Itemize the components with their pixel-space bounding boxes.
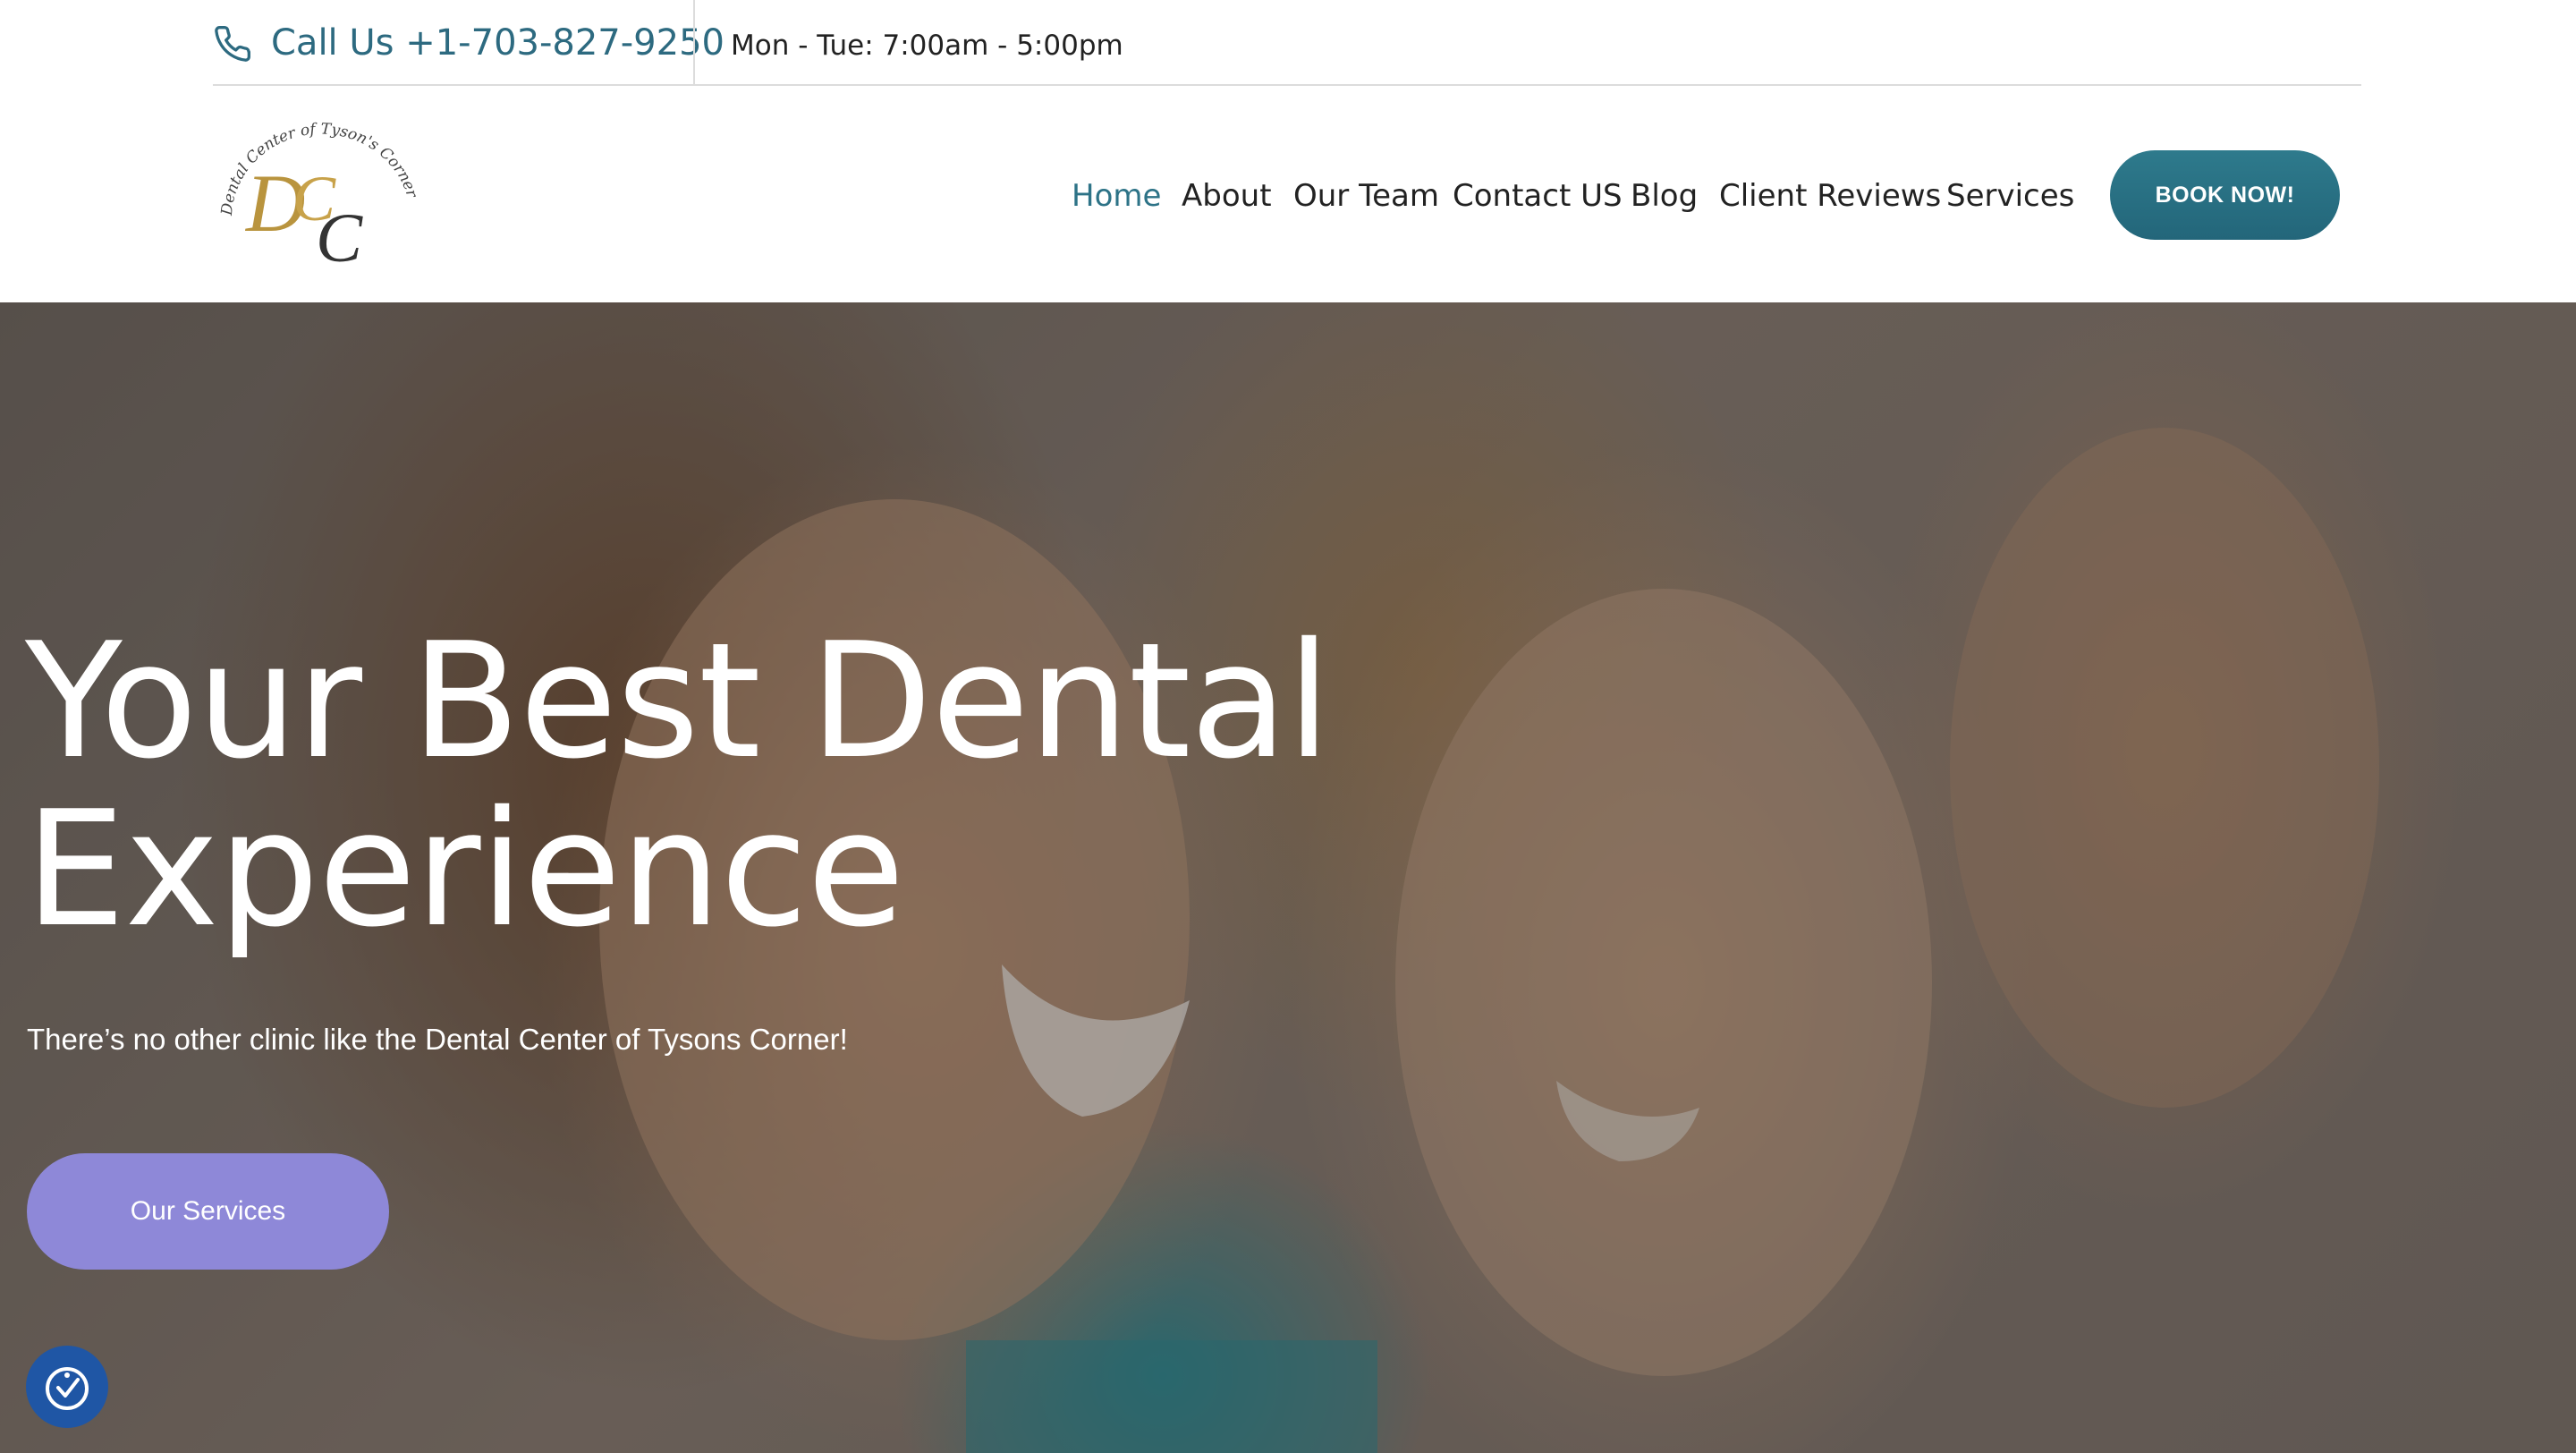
book-now-button[interactable]: BOOK NOW! [2110,150,2340,240]
phone-icon [215,26,250,62]
hero-subtitle: There’s no other clinic like the Dental … [27,1023,848,1056]
accessibility-button[interactable] [26,1346,108,1428]
nav-services[interactable]: Services [1946,174,2074,218]
our-services-button[interactable]: Our Services [27,1153,389,1270]
hero-banner: Your Best Dental Experience There’s no o… [0,302,2576,1453]
business-hours: Mon - Tue: 7:00am - 5:00pm [731,30,1123,62]
nav-home[interactable]: Home [1072,174,1161,218]
nav-client-reviews[interactable]: Client Reviews [1719,174,1941,218]
nav-contact-us[interactable]: Contact US [1453,174,1623,218]
accessibility-icon [46,1367,89,1410]
nav-about[interactable]: About [1182,174,1272,218]
hero-title-line-2: Experience [25,777,905,962]
nav-blog[interactable]: Blog [1631,174,1698,218]
nav-our-team[interactable]: Our Team [1293,174,1439,218]
topbar-divider [693,0,695,84]
hero-title: Your Best Dental Experience [25,617,1456,954]
top-contact-bar: Call Us +1-703-827-9250 Mon - Tue: 7:00a… [213,0,2361,86]
call-us-link[interactable]: Call Us +1-703-827-9250 [271,20,724,66]
hero-title-line-1: Your Best Dental [25,608,1331,794]
site-logo[interactable]: Dental Center of Tyson's Corner D C C [219,113,425,274]
svg-text:C: C [316,199,363,274]
